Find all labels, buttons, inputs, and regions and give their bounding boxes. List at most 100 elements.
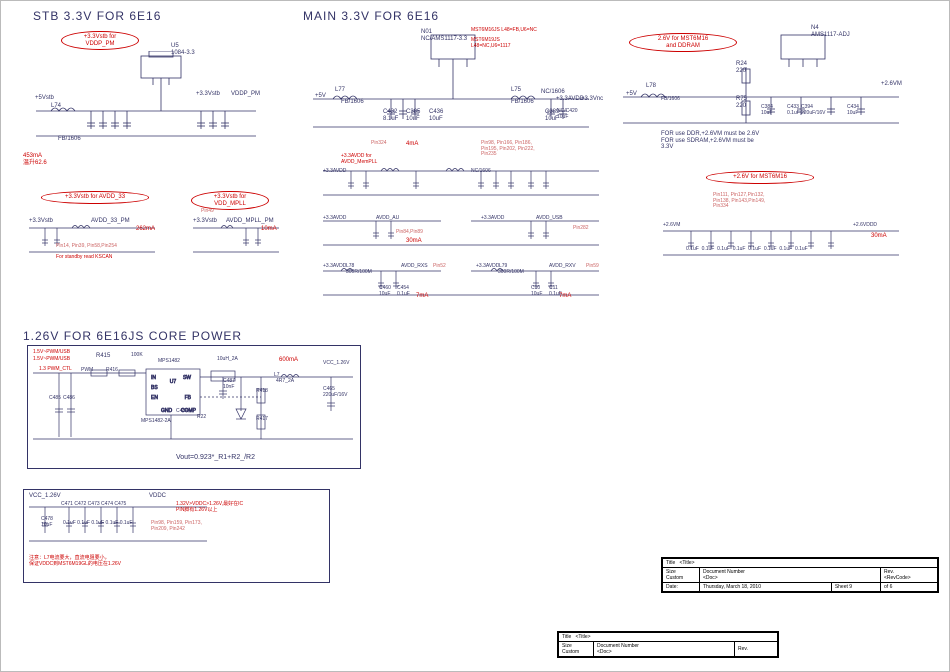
lbl-vcc126: VCC_1.26V [323, 361, 349, 367]
lbl-vcc126-b: VCC_1.26V [29, 493, 61, 500]
tb-size-val: Custom [666, 575, 683, 581]
tb-date-hdr: Date: [666, 584, 678, 590]
lbl-01-row: 0.1uF 0.1uF 0.1uF 0.1uF 0.1uF 0.1uF 0.1u… [686, 247, 808, 253]
svg-text:SW: SW [183, 375, 191, 381]
lbl-v33avdd-d: +3.3AVDD [481, 216, 504, 222]
tb-of-hdr: of [884, 584, 888, 590]
lbl-p52: Pin52 [433, 264, 446, 270]
bubble-vddp-pm: +3.3Vstb forVDDP_PM [61, 31, 139, 50]
tb-title-hdr: Title [666, 560, 675, 566]
lbl-warn-cn: 注意：L7电流要大，直流电阻要小，保证VDDC到MST6M19GL的电压在1.2… [29, 555, 121, 567]
lbl-avdd-usb: AVDD_USB [536, 216, 563, 222]
schematic-page: STB 3.3V FOR 6E16 MAIN 3.3V FOR 6E16 1.2… [0, 0, 950, 672]
lbl-ind2a: 10uH_2A [217, 357, 238, 363]
lbl-c454: C4540.1uF [397, 286, 410, 297]
svg-text:GND: GND [161, 408, 173, 414]
lbl-c11: C110.1uF [549, 286, 562, 297]
lbl-p324: Pin324 [371, 141, 387, 147]
lbl-mst-a: MST6M16JS L48=FB,U6=NC [471, 27, 537, 33]
lbl-v5stb-a: +5Vstb [35, 95, 54, 102]
lbl-i600: 600mA [279, 357, 298, 364]
lbl-n4: N4AMS1117-ADJ [811, 25, 850, 38]
lbl-300r: 300R/100M [346, 270, 372, 276]
lbl-r418: R418 [256, 389, 268, 395]
lbl-r75: R75220 [736, 96, 747, 109]
lbl-avdd-rxs: AVDD_RXS [401, 264, 428, 270]
lbl-fb1606: FB/1606 [58, 136, 81, 143]
lbl-avdd33pm: AVDD_33_PM [91, 218, 130, 225]
lbl-c487: C48710nF [223, 379, 235, 390]
lbl-l78b: L78 [646, 83, 656, 90]
sch-caps-row1 [321, 161, 601, 206]
tb-sheet-val: 9 [849, 584, 852, 590]
lbl-v33avdd-e: +3.3AVDD [323, 264, 346, 270]
tb-rev-val: <RevCode> [884, 575, 911, 581]
lbl-v33avdd-c: +3.3AVDD [323, 216, 346, 222]
lbl-i453: 453mA温升62.6 [23, 153, 47, 167]
lbl-4r7: 4R7_2A [276, 379, 294, 385]
lbl-v33stb-c: +3.3Vstb [193, 218, 217, 225]
lbl-c478: C47810uF [41, 517, 53, 528]
svg-text:U7: U7 [170, 379, 177, 385]
lbl-v33vnc: +3.3Vnc [581, 96, 603, 103]
svg-text:EN: EN [151, 395, 158, 401]
lbl-v26vm-b: +2.6VM [663, 223, 680, 229]
tb2-doc-val: <Doc> [597, 649, 612, 655]
lbl-300rb: 300R/100M [498, 270, 524, 276]
lbl-r415: R415 [96, 353, 110, 360]
lbl-v33avdd: +3.3AVDD [556, 96, 584, 103]
lbl-u5: U51084-3.3 [171, 43, 195, 56]
lbl-i262: 262mA [136, 226, 155, 233]
lbl-n01: N01NC/AMS1117-3.3 [421, 29, 467, 42]
lbl-mst-b: MST6M19JSL48=NC,U6=1117 [471, 37, 511, 49]
tb2-title-hdr: Title [562, 634, 571, 640]
tb-date-val: Thursday, March 18, 2010 [703, 584, 761, 590]
lbl-caprow-d: C471 C472 C473 C474 C475 [61, 502, 126, 508]
lbl-v5: +5V [315, 93, 326, 100]
lbl-v5b: +5V [626, 91, 637, 98]
lbl-c436: C43610uF [429, 109, 443, 122]
lbl-avdd-rxv: AVDD_RXV [549, 264, 576, 270]
title-stb: STB 3.3V FOR 6E16 [33, 9, 161, 23]
sch-core: U7 IN BS EN SW FB GND COMP [31, 349, 355, 463]
lbl-v26vdd: +2.6VDDD [853, 223, 877, 229]
sch-ddram [621, 31, 901, 141]
formula-vout: Vout=0.923*_R1+R2_/R2 [176, 454, 255, 461]
lbl-r417: R417 [256, 417, 268, 423]
lbl-fb1606d: FB/1606 [661, 97, 680, 103]
lbl-r22: R22 [197, 415, 206, 421]
lbl-c486: C486 [63, 396, 75, 402]
lbl-mps: MPS1482 [158, 359, 180, 365]
lbl-standby: For standby read KSCAN [56, 254, 112, 260]
lbl-c384: C38410uF [761, 105, 773, 116]
tb2-rev-hdr: Rev. [738, 646, 748, 652]
lbl-pins-std: Pin14, Pin39, Pin58,Pin254 [56, 244, 117, 250]
lbl-p111: Pin111, Pin127,Pin132,Pin138, Pin143,Pin… [713, 193, 765, 210]
titleblock-2: Title <Title> SizeCustom Document Number… [557, 631, 779, 658]
lbl-c485: C485 [49, 396, 61, 402]
lbl-nc420: NC/C42010uF [557, 109, 578, 120]
lbl-l75: L75 [511, 87, 521, 94]
lbl-i7: 7mA [416, 293, 428, 300]
lbl-13pwr-b: 1.5V~PWM/USB [33, 356, 70, 362]
lbl-c460: C46010uF [379, 286, 391, 297]
lbl-v33stb: +3.3Vstb [196, 91, 220, 98]
bubble-avdd33: +3.3Vstb for AVDD_33 [41, 191, 149, 204]
title-main: MAIN 3.3V FOR 6E16 [303, 9, 439, 23]
lbl-avdd-au: AVDD_AU [376, 216, 399, 222]
lbl-p59: Pin59 [586, 264, 599, 270]
bubble-mst6m16: +2.6V for MST6M16 [706, 171, 814, 184]
lbl-c394: C394220uF/16V [801, 105, 825, 116]
lbl-i4: 4mA [406, 141, 418, 148]
lbl-nc1606: NC/1606 [541, 89, 565, 96]
lbl-c432: C4328.1uF [383, 109, 398, 122]
lbl-p282: Pin282 [573, 226, 589, 232]
lbl-v33stb-b: +3.3Vstb [29, 218, 53, 225]
svg-text:IN: IN [151, 375, 156, 381]
lbl-l74: L74 [51, 103, 61, 110]
lbl-vddc-cn: 1.32V>VDDC>1.26V,最好在ICPIN脚有1.26V以上 [176, 501, 243, 513]
lbl-vddp: VDDP_PM [231, 91, 260, 98]
lbl-p88: Pin98, Pin159, Pin173,Pin209, Pin242 [151, 521, 202, 532]
note-ddr: FOR use DDR,+2.6VM must be 2.6VFOR use S… [661, 131, 759, 151]
lbl-v33avdd-f: +3.3AVDD [476, 264, 499, 270]
